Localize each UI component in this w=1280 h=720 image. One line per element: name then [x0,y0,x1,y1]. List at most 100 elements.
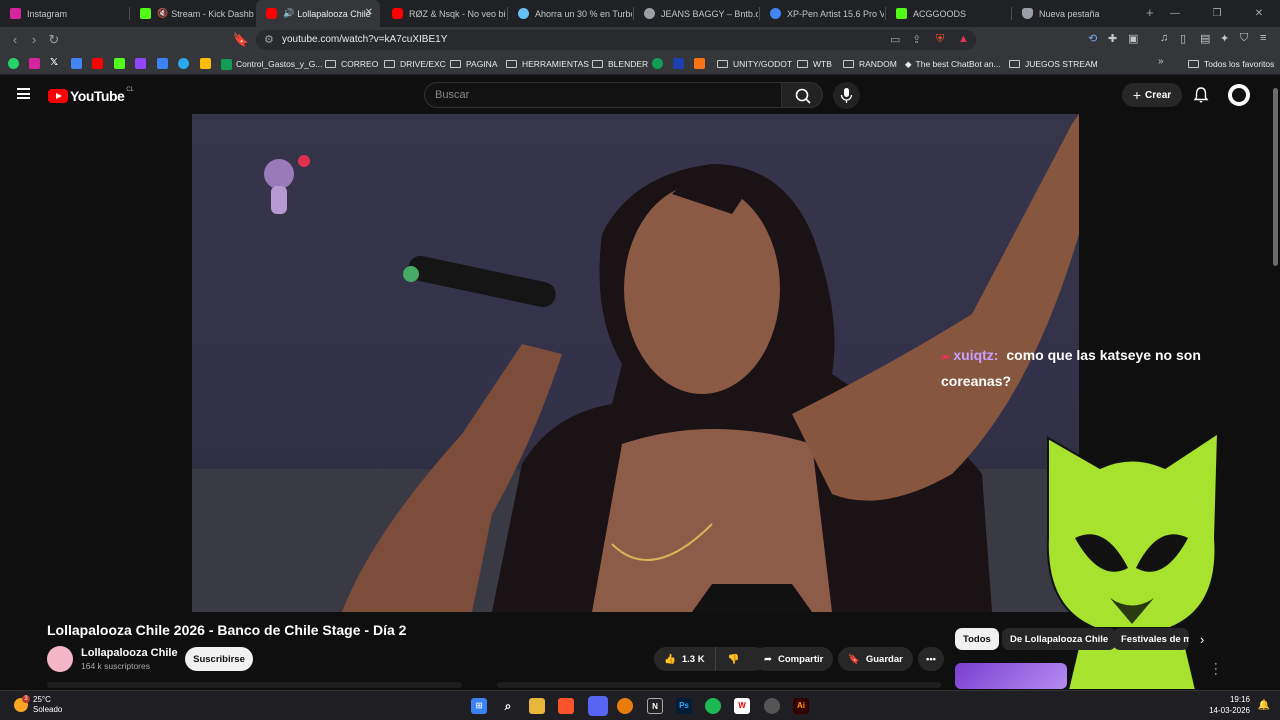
windows-start-icon[interactable]: ⊞ [471,698,487,714]
extension-icon[interactable]: ✚ [1108,32,1117,45]
tab-jeans[interactable]: JEANS BAGGY – Bntb.cl [634,0,758,27]
ai-icon[interactable]: ✦ [1220,32,1229,45]
save-button[interactable]: 🔖 Guardar [838,647,913,671]
notifications-button[interactable] [1193,86,1209,109]
youtube-play-icon [48,89,68,103]
reload-icon[interactable]: ↻ [45,31,63,49]
subscribe-button[interactable]: Suscribirse [185,647,253,671]
bookmark-correo[interactable]: CORREO [325,57,378,71]
share-icon[interactable]: ⇪ [912,33,921,46]
cast-icon[interactable]: ▭ [890,33,900,46]
hamburger-menu-icon[interactable] [17,88,30,99]
address-bar[interactable]: ⚙ youtube.com/watch?v=kA7cuXIBE1Y ▭ ⇪ ⛨ … [256,30,976,50]
blender-icon[interactable] [617,698,633,714]
telegram-icon[interactable] [178,58,189,69]
tab-instagram[interactable]: Instagram [0,0,128,27]
instagram-icon[interactable] [29,58,40,69]
notion-icon[interactable]: N [647,698,663,714]
twitch-icon[interactable] [135,58,146,69]
wallet2-icon[interactable]: ▤ [1200,32,1210,45]
dislike-button[interactable]: 👎 [716,654,752,665]
forward-icon[interactable]: › [25,31,43,49]
brave-icon[interactable] [558,698,574,714]
new-tab-icon[interactable]: + [1146,5,1154,20]
site-icon[interactable] [694,58,705,69]
whatsapp-icon[interactable] [8,58,19,69]
close-window-icon[interactable]: ✕ [1238,8,1280,19]
voice-search-button[interactable] [833,82,860,109]
bookmark-random[interactable]: RANDOM [843,57,897,71]
pen-icon[interactable] [157,58,168,69]
discord-icon[interactable] [588,696,608,716]
minimize-icon[interactable]: — [1154,8,1196,19]
more-actions-button[interactable]: ••• [918,647,944,671]
search-button[interactable] [781,82,823,108]
file-explorer-icon[interactable] [529,698,545,714]
wallet-icon[interactable]: ⟲ [1088,32,1097,45]
brave-shield-icon[interactable]: ⛨ [936,33,944,46]
weather-widget[interactable]: 3 25°C Soleado [14,695,62,715]
ext-icon[interactable] [652,58,663,69]
tab-acggoods[interactable]: ACGGOODS [886,0,1010,27]
bookmark-chatbot[interactable]: ◆ The best ChatBot an... [905,57,1001,71]
share-button[interactable]: ➦ Compartir [754,647,834,671]
behance-icon[interactable] [673,58,684,69]
notifications-icon[interactable]: 🔔 [1258,700,1270,711]
docs-icon[interactable] [71,58,82,69]
bookmark-drive[interactable]: DRIVE/EXC [384,57,446,71]
avatar[interactable] [1228,84,1250,106]
chip-festivales[interactable]: Festivales de m [1113,628,1189,650]
kick-icon[interactable] [114,58,125,69]
bookmark-blender[interactable]: BLENDER [592,57,648,71]
tab-lollapalooza[interactable]: 🔊 Lollapalooza Chile ✕ [256,0,380,27]
search-icon[interactable]: ⌕ [500,698,516,714]
system-clock[interactable]: 19:16 14-03-2026 [1209,694,1250,716]
tab-xppen[interactable]: XP-Pen Artist 15.6 Pro V2 [760,0,884,27]
vpn-icon[interactable]: ⛉ [1240,32,1248,45]
site-info-icon[interactable]: ⚙ [264,33,274,46]
create-button[interactable]: + Crear [1122,83,1182,107]
photoshop-icon[interactable]: Ps [676,698,692,714]
maximize-icon[interactable]: ❐ [1196,8,1238,19]
chips-next-icon[interactable]: › [1200,632,1204,647]
media-icon[interactable]: ♫ [1160,32,1168,44]
bookmark-pagina[interactable]: PAGINA [450,57,498,71]
recommended-video-thumbnail[interactable] [955,663,1067,689]
menu-icon[interactable]: ≡ [1260,32,1266,44]
back-icon[interactable]: ‹ [6,31,24,49]
tab-steam[interactable]: Ahorra un 30 % en Turbo [508,0,632,27]
bookmark-unity-godot[interactable]: UNITY/GODOT [717,57,792,71]
x-icon[interactable]: 𝕏 [50,57,58,68]
tab-new[interactable]: Nueva pestaña [1012,0,1136,27]
more-bookmarks-icon[interactable]: » [1158,56,1164,67]
close-tab-icon[interactable]: ✕ [365,7,373,18]
youtube-icon[interactable] [92,58,103,69]
like-button[interactable]: 👍 1.3 K [654,647,716,671]
video-options-icon[interactable]: · · · [1214,659,1218,680]
illustrator-icon[interactable]: Ai [793,698,809,714]
screenshot-icon[interactable]: ▣ [1128,32,1138,45]
video-title: Lollapalooza Chile 2026 - Banco de Chile… [47,622,407,638]
channel-avatar[interactable] [47,646,73,672]
bookmark-wtb[interactable]: WTB [797,57,832,71]
tool-icon[interactable]: W [734,698,750,714]
steam-icon[interactable] [764,698,780,714]
tab-roz[interactable]: RØZ & Nsqk - No veo bie [382,0,506,27]
channel-name[interactable]: Lollapalooza Chile [81,647,178,659]
search-input[interactable]: Buscar [424,82,782,108]
bookmark-control-gastos[interactable]: Control_Gastos_y_G... [221,57,322,71]
all-favorites[interactable]: Todos los favoritos [1188,57,1274,71]
chip-de-lollapalooza[interactable]: De Lollapalooza Chile [1002,628,1117,650]
scrollbar-thumb[interactable] [1273,88,1278,266]
bookmark-herramientas[interactable]: HERRAMIENTAS [506,57,589,71]
bookmark-icon[interactable]: 🔖 [232,31,250,49]
spotify-icon[interactable] [705,698,721,714]
chip-todos[interactable]: Todos [955,628,999,650]
bookmark-juegos-stream[interactable]: JUEGOS STREAM [1009,57,1098,71]
youtube-logo[interactable]: YouTube CL [48,87,134,104]
tab-kick[interactable]: 🔇Stream - Kick Dashboa [130,0,254,27]
keep-icon[interactable] [200,58,211,69]
sidebar-icon[interactable]: ▯ [1180,32,1186,45]
rewards-icon[interactable]: ▲ [958,33,969,45]
folder-icon [843,60,854,68]
